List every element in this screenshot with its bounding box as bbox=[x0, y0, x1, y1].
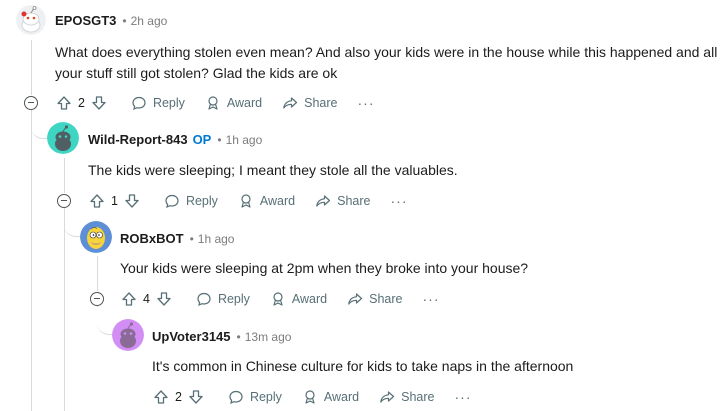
collapse-icon[interactable] bbox=[57, 194, 71, 208]
thread-connector bbox=[64, 208, 80, 237]
reply-button[interactable]: Reply bbox=[131, 95, 185, 111]
comment-author: Wild-Report-843 OP • 1h ago bbox=[88, 132, 262, 147]
vote-group: 1 bbox=[89, 193, 140, 209]
share-label: Share bbox=[369, 292, 403, 306]
award-label: Award bbox=[259, 194, 296, 208]
upvote-icon[interactable] bbox=[121, 291, 137, 307]
snoo-purple-avatar[interactable] bbox=[112, 319, 144, 351]
vote-count: 4 bbox=[143, 292, 150, 306]
thread-line bbox=[97, 256, 98, 291]
award-icon bbox=[208, 96, 218, 110]
share-label: Share bbox=[304, 96, 338, 110]
share-label: Share bbox=[337, 194, 371, 208]
share-icon bbox=[380, 391, 395, 403]
award-icon bbox=[273, 292, 283, 306]
comment-actions: 1 Reply Award Share ··· bbox=[89, 191, 408, 211]
reply-button[interactable]: Reply bbox=[196, 291, 250, 307]
comment-author: UpVoter3145 • 13m ago bbox=[152, 329, 291, 344]
share-button[interactable]: Share bbox=[315, 193, 371, 209]
upvote-icon[interactable] bbox=[153, 389, 169, 405]
downvote-icon[interactable] bbox=[124, 193, 140, 209]
separator-dot: • bbox=[189, 232, 194, 246]
share-button[interactable]: Share bbox=[282, 95, 338, 111]
share-button[interactable]: Share bbox=[379, 389, 435, 405]
timestamp[interactable]: 1h ago bbox=[198, 232, 235, 246]
award-icon bbox=[305, 390, 315, 404]
award-button[interactable]: Award bbox=[302, 389, 359, 405]
award-label: Award bbox=[226, 96, 263, 110]
reply-icon bbox=[165, 194, 179, 209]
award-button[interactable]: Award bbox=[270, 291, 327, 307]
timestamp[interactable]: 13m ago bbox=[245, 330, 292, 344]
thread-line bbox=[97, 306, 98, 307]
snoo-white-avatar[interactable] bbox=[16, 5, 46, 35]
op-badge: OP bbox=[192, 132, 212, 147]
reply-icon bbox=[132, 96, 146, 111]
thread-line bbox=[64, 158, 65, 193]
upvote-icon[interactable] bbox=[89, 193, 105, 209]
separator-dot: • bbox=[236, 330, 241, 344]
share-label: Share bbox=[401, 390, 435, 404]
separator-dot: • bbox=[122, 14, 127, 28]
comment-author: EPOSGT3 • 2h ago bbox=[55, 13, 167, 28]
award-label: Award bbox=[291, 292, 328, 306]
share-icon bbox=[316, 195, 331, 207]
share-icon bbox=[348, 293, 363, 305]
collapse-icon[interactable] bbox=[90, 292, 104, 306]
username-link[interactable]: Wild-Report-843 bbox=[88, 132, 188, 147]
more-icon[interactable]: ··· bbox=[423, 291, 440, 307]
comment-body: What does everything stolen even mean? A… bbox=[55, 44, 718, 81]
comment-actions: 4 Reply Award Share ··· bbox=[121, 289, 440, 309]
comment-body: Your kids were sleeping at 2pm when they… bbox=[120, 260, 529, 276]
thread-line bbox=[31, 110, 32, 411]
homer-avatar[interactable] bbox=[80, 221, 112, 253]
reply-button[interactable]: Reply bbox=[164, 193, 218, 209]
award-button[interactable]: Award bbox=[205, 95, 262, 111]
snoo-teal-avatar[interactable] bbox=[47, 122, 79, 154]
vote-group: 2 bbox=[153, 389, 204, 405]
comment-actions: 2 Reply Award Share ··· bbox=[56, 93, 375, 113]
reply-icon bbox=[229, 390, 243, 405]
award-icon bbox=[241, 194, 251, 208]
vote-group: 2 bbox=[56, 95, 107, 111]
award-button[interactable]: Award bbox=[238, 193, 295, 209]
comment-actions: 2 Reply Award Share ··· bbox=[153, 387, 472, 407]
reply-label: Reply bbox=[249, 390, 282, 404]
vote-group: 4 bbox=[121, 291, 172, 307]
separator-dot: • bbox=[217, 133, 222, 147]
thread-connector bbox=[31, 110, 47, 139]
more-icon[interactable]: ··· bbox=[358, 95, 375, 111]
comment-body: The kids were sleeping; I meant they sto… bbox=[88, 162, 458, 178]
reply-label: Reply bbox=[185, 194, 218, 208]
thread-connector bbox=[97, 306, 113, 335]
username-link[interactable]: UpVoter3145 bbox=[152, 329, 231, 344]
share-icon bbox=[283, 97, 298, 109]
reply-label: Reply bbox=[152, 96, 185, 110]
collapse-icon[interactable] bbox=[24, 96, 38, 110]
thread-line bbox=[64, 208, 65, 411]
comment-author: ROBxBOT • 1h ago bbox=[120, 231, 234, 246]
upvote-icon[interactable] bbox=[56, 95, 72, 111]
vote-count: 2 bbox=[175, 390, 182, 404]
downvote-icon[interactable] bbox=[91, 95, 107, 111]
thread-line bbox=[31, 40, 32, 95]
vote-count: 2 bbox=[78, 96, 85, 110]
reply-icon bbox=[197, 292, 211, 307]
award-label: Award bbox=[323, 390, 360, 404]
share-button[interactable]: Share bbox=[347, 291, 403, 307]
downvote-icon[interactable] bbox=[188, 389, 204, 405]
vote-count: 1 bbox=[111, 194, 118, 208]
comment-body: It's common in Chinese culture for kids … bbox=[152, 358, 574, 374]
username-link[interactable]: EPOSGT3 bbox=[55, 13, 116, 28]
more-icon[interactable]: ··· bbox=[455, 389, 472, 405]
reply-button[interactable]: Reply bbox=[228, 389, 282, 405]
more-icon[interactable]: ··· bbox=[391, 193, 408, 209]
username-link[interactable]: ROBxBOT bbox=[120, 231, 184, 246]
reply-label: Reply bbox=[217, 292, 250, 306]
timestamp[interactable]: 1h ago bbox=[226, 133, 263, 147]
timestamp[interactable]: 2h ago bbox=[131, 14, 168, 28]
downvote-icon[interactable] bbox=[156, 291, 172, 307]
